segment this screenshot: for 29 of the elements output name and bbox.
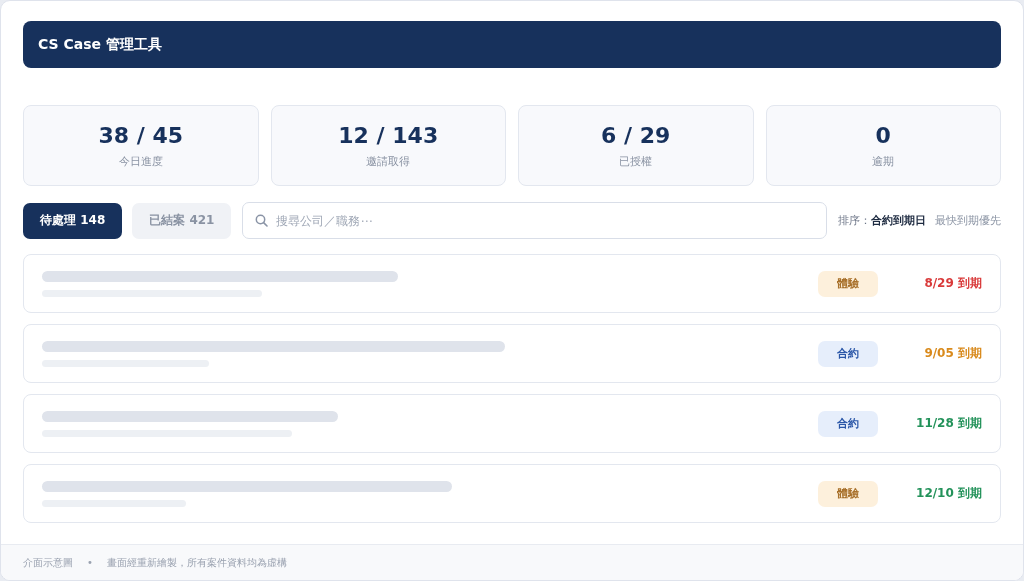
case-card[interactable]: 合約 9/05 到期	[23, 324, 1001, 383]
search-field[interactable]: 搜尋公司／職務⋯	[242, 202, 827, 239]
app-title: CS Case 管理工具	[38, 35, 162, 54]
sort-label: 排序：	[838, 213, 871, 228]
stat-label: 已授權	[619, 153, 653, 169]
case-tag: 合約	[818, 340, 878, 367]
stat-label: 邀請取得	[366, 153, 411, 169]
case-card[interactable]: 體驗 8/29 到期	[23, 254, 1001, 313]
filter-tab[interactable]: 待處理 148	[23, 202, 123, 239]
sort-dropdown[interactable]: 合約到期日	[871, 213, 926, 228]
stat-value: 38 / 45	[98, 122, 184, 148]
due-date: 11/28 到期	[915, 415, 982, 432]
due-date: 9/05 到期	[923, 345, 982, 362]
footer-disclaimer: 畫面經重新繪製，所有案件資料均為虛構	[106, 555, 287, 570]
due-date: 12/10 到期	[915, 485, 982, 502]
case-tag: 體驗	[818, 480, 878, 507]
due-date: 8/29 到期	[923, 275, 982, 292]
case-tag: 體驗	[818, 270, 878, 297]
separator-dot: •	[87, 557, 93, 568]
stat-value: 12 / 143	[338, 122, 439, 148]
stat-value: 6 / 29	[601, 122, 671, 148]
stat-label: 逾期	[872, 153, 895, 169]
stat-label: 今日進度	[118, 153, 163, 169]
footer-note: 介面示意圖	[23, 555, 73, 570]
case-tag: 合約	[818, 410, 878, 437]
sort-order-button[interactable]: 最快到期優先	[935, 213, 1001, 228]
case-card[interactable]: 合約 11/28 到期	[23, 394, 1001, 453]
stat-value: 0	[875, 122, 891, 148]
case-card[interactable]: 體驗 12/10 到期	[23, 464, 1001, 523]
